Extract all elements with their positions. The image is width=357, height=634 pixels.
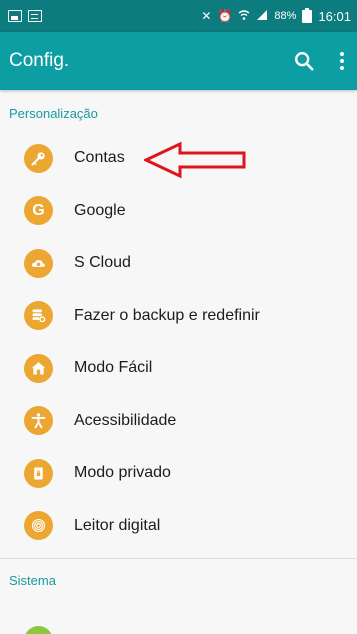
- google-icon: G: [24, 196, 53, 226]
- page-title: Config.: [9, 50, 70, 71]
- gallery-notification-icon: [8, 10, 22, 22]
- list-item-acessibilidade[interactable]: Acessibilidade: [0, 395, 357, 448]
- item-label: S Cloud: [74, 254, 131, 272]
- item-label: Modo privado: [74, 464, 171, 482]
- item-label: Acessibilidade: [74, 411, 177, 429]
- status-right: ✕ ⏰ 88% 16:01: [201, 7, 351, 24]
- red-arrow-annotation: [144, 141, 246, 179]
- app-actions: [293, 50, 345, 72]
- list-item-s-cloud[interactable]: S Cloud: [0, 237, 357, 290]
- more-options-icon[interactable]: [339, 52, 345, 70]
- battery-icon: [302, 7, 313, 23]
- status-left: [8, 10, 42, 22]
- message-notification-icon: [28, 10, 42, 22]
- item-label: Leitor digital: [74, 516, 161, 534]
- item-label: Fazer o backup e redefinir: [74, 306, 260, 324]
- search-icon[interactable]: [293, 50, 315, 72]
- item-label: Modo Fácil: [74, 359, 153, 377]
- mute-icon: ✕: [201, 9, 212, 23]
- signal-icon: [256, 9, 268, 23]
- status-bar: ✕ ⏰ 88% 16:01: [0, 0, 357, 32]
- easy-mode-icon: [24, 353, 53, 383]
- app-bar: Config.: [0, 32, 357, 90]
- cloud-sync-icon: [24, 248, 53, 278]
- accessibility-icon: [24, 406, 53, 436]
- list-item-modo-privado[interactable]: Modo privado: [0, 447, 357, 500]
- backup-icon: [24, 301, 53, 331]
- item-label: Contas: [74, 149, 125, 167]
- item-label: Google: [74, 201, 126, 219]
- list-item-leitor-digital[interactable]: Leitor digital: [0, 500, 357, 553]
- clock: 16:01: [318, 8, 351, 24]
- section-header-sistema: Sistema: [9, 572, 56, 588]
- list-item-backup[interactable]: Fazer o backup e redefinir: [0, 290, 357, 343]
- fingerprint-icon: [24, 511, 53, 541]
- section-header-personalizacao: Personalização: [9, 105, 98, 121]
- list-item-google[interactable]: G Google: [0, 185, 357, 238]
- settings-list: Contas G Google S Cloud Fazer o backup e…: [0, 132, 357, 552]
- private-mode-icon: [24, 458, 53, 488]
- alarm-icon: ⏰: [217, 9, 233, 23]
- partial-list-icon: [24, 626, 53, 634]
- battery-percent: 88%: [274, 10, 297, 22]
- wifi-icon: [238, 9, 250, 23]
- list-item-modo-facil[interactable]: Modo Fácil: [0, 342, 357, 395]
- key-icon: [24, 143, 53, 173]
